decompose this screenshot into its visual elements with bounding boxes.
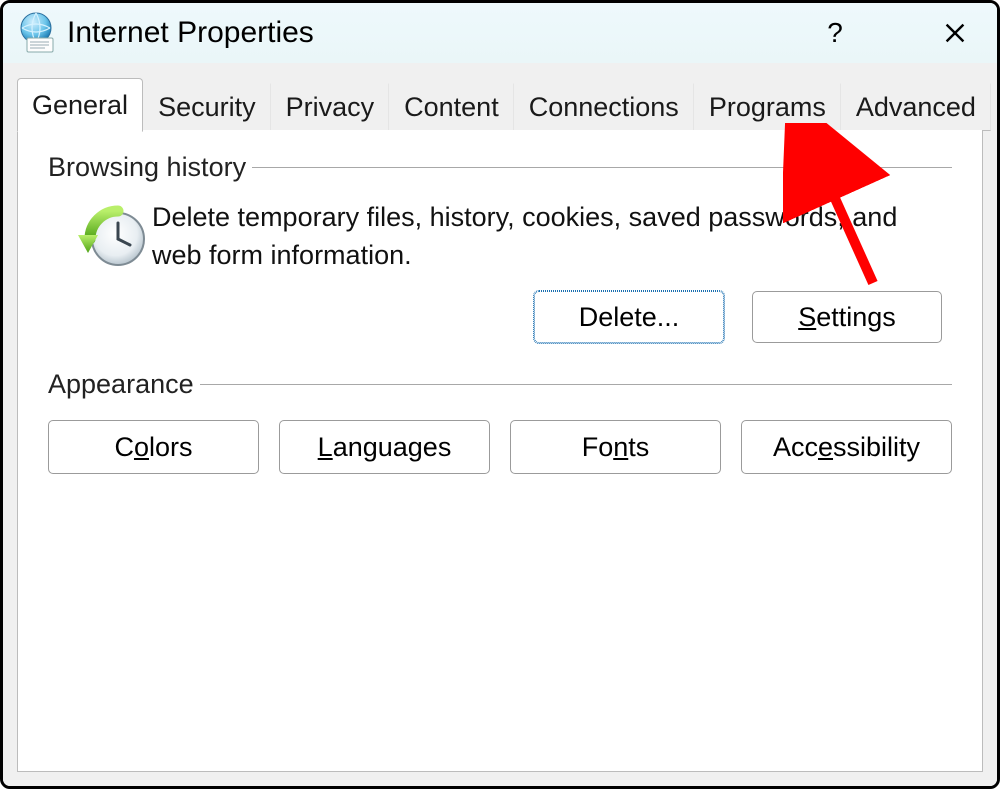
window-title: Internet Properties: [67, 16, 314, 50]
group-appearance: Appearance Colors Languages Fonts Access…: [48, 369, 952, 474]
history-icon: [72, 199, 152, 279]
tab-security[interactable]: Security: [143, 83, 271, 131]
group-label: Appearance: [48, 369, 194, 400]
settings-button[interactable]: Settings: [752, 291, 942, 343]
tab-general[interactable]: General: [17, 78, 143, 132]
tab-privacy[interactable]: Privacy: [271, 83, 390, 131]
dialog-content: General Security Privacy Content Connect…: [3, 63, 997, 786]
accessibility-button[interactable]: Accessibility: [741, 420, 952, 474]
group-rule: [252, 167, 952, 168]
fonts-button[interactable]: Fonts: [510, 420, 721, 474]
tab-advanced[interactable]: Advanced: [841, 83, 991, 131]
tab-strip: General Security Privacy Content Connect…: [17, 77, 983, 131]
group-browsing-history: Browsing history: [48, 152, 952, 343]
close-button[interactable]: [935, 13, 975, 53]
tab-programs[interactable]: Programs: [694, 83, 841, 131]
browsing-history-description: Delete temporary files, history, cookies…: [152, 199, 952, 275]
tab-connections[interactable]: Connections: [514, 83, 694, 131]
languages-button[interactable]: Languages: [279, 420, 490, 474]
app-icon: [15, 12, 57, 54]
tab-content[interactable]: Content: [389, 83, 514, 131]
group-label: Browsing history: [48, 152, 246, 183]
help-button[interactable]: ?: [815, 13, 855, 53]
title-bar: Internet Properties ?: [3, 3, 997, 63]
colors-button[interactable]: Colors: [48, 420, 259, 474]
tab-page-general: Browsing history: [17, 130, 983, 772]
delete-button[interactable]: Delete...: [534, 291, 724, 343]
dialog-window: Internet Properties ? General Security P…: [0, 0, 1000, 789]
group-rule: [200, 384, 952, 385]
